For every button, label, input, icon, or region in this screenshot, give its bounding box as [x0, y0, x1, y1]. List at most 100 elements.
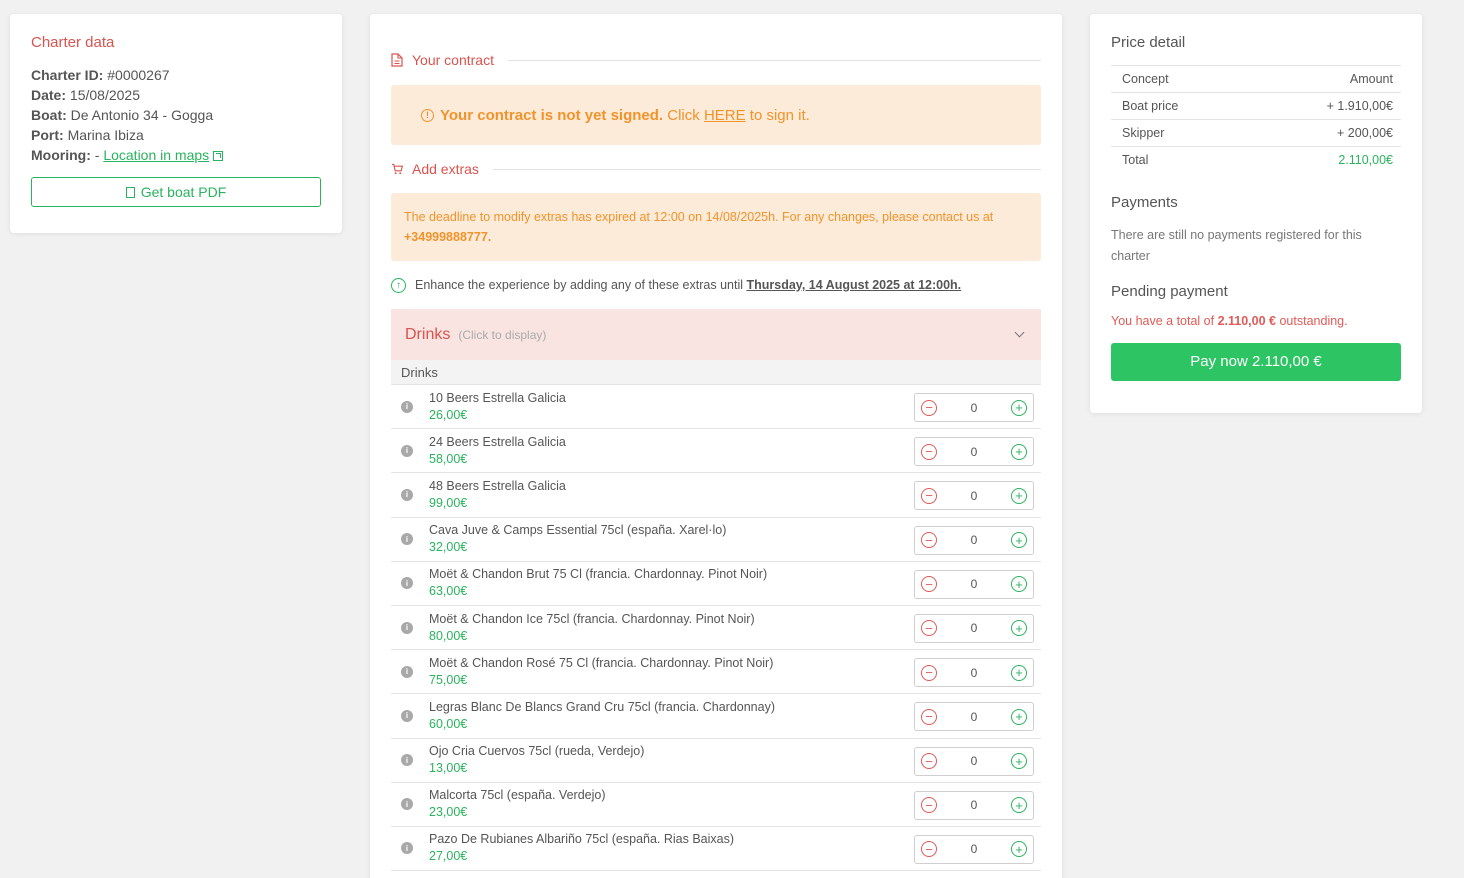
- extra-item-price: 63,00€: [429, 584, 468, 599]
- plus-circle-icon[interactable]: +: [1011, 576, 1027, 593]
- quantity-value[interactable]: 0: [954, 798, 994, 812]
- pending-payment-title: Pending payment: [1111, 282, 1228, 300]
- info-icon[interactable]: i: [401, 798, 413, 811]
- extra-item-price: 58,00€: [429, 451, 468, 466]
- plus-circle-icon[interactable]: +: [1011, 841, 1027, 858]
- plus-circle-icon[interactable]: +: [1011, 399, 1027, 416]
- get-boat-pdf-button[interactable]: Get boat PDF: [31, 177, 321, 207]
- extra-item-price: 99,00€: [429, 495, 468, 510]
- extra-item-row: i Legras Blanc De Blancs Grand Cru 75cl …: [391, 694, 1041, 739]
- charter-id-line: Charter ID: #0000267: [31, 65, 321, 85]
- your-contract-label: Your contract: [412, 52, 494, 68]
- quantity-value[interactable]: 0: [954, 754, 994, 768]
- extra-item-row: i Moët & Chandon Ice 75cl (francia. Char…: [391, 606, 1041, 651]
- sign-contract-link[interactable]: HERE: [704, 107, 746, 124]
- charter-date-label: Date:: [31, 87, 67, 103]
- location-in-maps-link[interactable]: Location in maps: [103, 147, 209, 163]
- pending-pre: You have a total of: [1111, 313, 1215, 328]
- info-icon[interactable]: i: [401, 842, 413, 855]
- extra-item-price: 60,00€: [429, 716, 468, 731]
- extra-item-name: Moët & Chandon Rosé 75 Cl (francia. Char…: [429, 655, 774, 670]
- minus-circle-icon[interactable]: −: [921, 532, 937, 549]
- extra-item-row: i Cava Juve & Camps Essential 75cl (espa…: [391, 518, 1041, 562]
- plus-circle-icon[interactable]: +: [1011, 620, 1027, 637]
- contract-alert-post: to sign it.: [749, 106, 810, 124]
- quantity-value[interactable]: 0: [954, 489, 994, 503]
- quantity-value[interactable]: 0: [954, 401, 994, 415]
- plus-circle-icon[interactable]: +: [1011, 487, 1027, 504]
- minus-circle-icon[interactable]: −: [921, 620, 937, 637]
- info-icon[interactable]: i: [401, 400, 413, 413]
- extra-item-name: Moët & Chandon Brut 75 Cl (francia. Char…: [429, 567, 768, 582]
- payments-title: Payments: [1111, 193, 1178, 211]
- plus-circle-icon[interactable]: +: [1011, 664, 1027, 681]
- extra-item-name: Malcorta 75cl (españa. Verdejo): [429, 788, 606, 803]
- charter-port-label: Port:: [31, 127, 64, 143]
- info-icon[interactable]: i: [401, 577, 413, 590]
- extras-deadline-date: Thursday, 14 August 2025 at 12:00h.: [746, 278, 962, 292]
- drinks-accordion-header[interactable]: Drinks (Click to display): [391, 309, 1041, 360]
- quantity-stepper: − 0 +: [914, 658, 1034, 688]
- quantity-value[interactable]: 0: [954, 533, 994, 547]
- quantity-value[interactable]: 0: [954, 842, 994, 856]
- info-icon[interactable]: i: [401, 754, 413, 767]
- info-icon[interactable]: i: [401, 533, 413, 546]
- deadline-expired-alert: The deadline to modify extras has expire…: [391, 193, 1041, 261]
- price-table-header: Concept Amount: [1111, 65, 1401, 93]
- price-detail-card: Price detail Concept Amount Boat price +…: [1090, 14, 1422, 413]
- quantity-value[interactable]: 0: [954, 621, 994, 635]
- minus-circle-icon[interactable]: −: [921, 708, 937, 725]
- chevron-down-icon: [1014, 327, 1025, 338]
- info-icon[interactable]: i: [401, 621, 413, 634]
- minus-circle-icon[interactable]: −: [921, 576, 937, 593]
- info-icon[interactable]: i: [401, 488, 413, 501]
- quantity-value[interactable]: 0: [954, 445, 994, 459]
- minus-circle-icon[interactable]: −: [921, 797, 937, 814]
- enhance-text: Enhance the experience by adding any of …: [415, 278, 743, 292]
- quantity-stepper: − 0 +: [914, 746, 1034, 776]
- extra-item-price: 80,00€: [429, 628, 468, 643]
- pay-now-button[interactable]: Pay now 2.110,00 €: [1111, 342, 1401, 381]
- minus-circle-icon[interactable]: −: [921, 399, 937, 416]
- extra-item-name: 48 Beers Estrella Galicia: [429, 478, 566, 493]
- quantity-stepper: − 0 +: [914, 393, 1034, 422]
- concept-column-header: Concept: [1111, 65, 1247, 93]
- plus-circle-icon[interactable]: +: [1011, 708, 1027, 725]
- price-detail-title: Price detail: [1111, 34, 1186, 51]
- extra-item-row: i 48 Beers Estrella Galicia 99,00€ − 0 +: [391, 473, 1041, 518]
- click-to-display-hint: (Click to display): [458, 327, 547, 342]
- price-row: Skipper + 200,00€: [1111, 119, 1401, 147]
- plus-circle-icon[interactable]: +: [1011, 532, 1027, 549]
- info-icon[interactable]: i: [401, 709, 413, 722]
- info-icon[interactable]: i: [401, 444, 413, 457]
- info-icon[interactable]: i: [401, 665, 413, 678]
- minus-circle-icon[interactable]: −: [921, 664, 937, 681]
- add-extras-heading: Add extras: [391, 159, 1041, 179]
- price-row: Boat price + 1.910,00€: [1111, 92, 1401, 120]
- plus-circle-icon[interactable]: +: [1011, 797, 1027, 814]
- plus-circle-icon[interactable]: +: [1011, 443, 1027, 460]
- extra-item-name: Moët & Chandon Ice 75cl (francia. Chardo…: [429, 611, 755, 626]
- charter-port-line: Port: Marina Ibiza: [31, 125, 321, 145]
- charter-id-label: Charter ID:: [31, 67, 104, 83]
- quantity-value[interactable]: 0: [954, 577, 994, 591]
- charter-port-value: Marina Ibiza: [67, 127, 144, 143]
- minus-circle-icon[interactable]: −: [921, 487, 937, 504]
- your-contract-heading: Your contract: [391, 50, 1041, 70]
- contract-alert-strong: Your contract is not yet signed.: [440, 106, 664, 124]
- contract-alert-pre: Click: [667, 106, 700, 124]
- extra-item-name: 24 Beers Estrella Galicia: [429, 434, 566, 449]
- quantity-value[interactable]: 0: [954, 666, 994, 680]
- charter-id-value: #0000267: [107, 67, 170, 83]
- minus-circle-icon[interactable]: −: [921, 753, 937, 769]
- quantity-stepper: − 0 +: [914, 525, 1034, 555]
- minus-circle-icon[interactable]: −: [921, 443, 937, 460]
- price-row-concept: Boat price: [1111, 92, 1247, 120]
- pdf-file-icon: [125, 186, 135, 198]
- quantity-value[interactable]: 0: [954, 710, 994, 724]
- contract-not-signed-alert: ! Your contract is not yet signed. Click…: [391, 85, 1041, 145]
- contract-document-icon: [391, 53, 403, 67]
- minus-circle-icon[interactable]: −: [921, 841, 937, 858]
- extra-item-row: i Moët & Chandon Rosé 75 Cl (francia. Ch…: [391, 650, 1041, 695]
- plus-circle-icon[interactable]: +: [1011, 753, 1027, 769]
